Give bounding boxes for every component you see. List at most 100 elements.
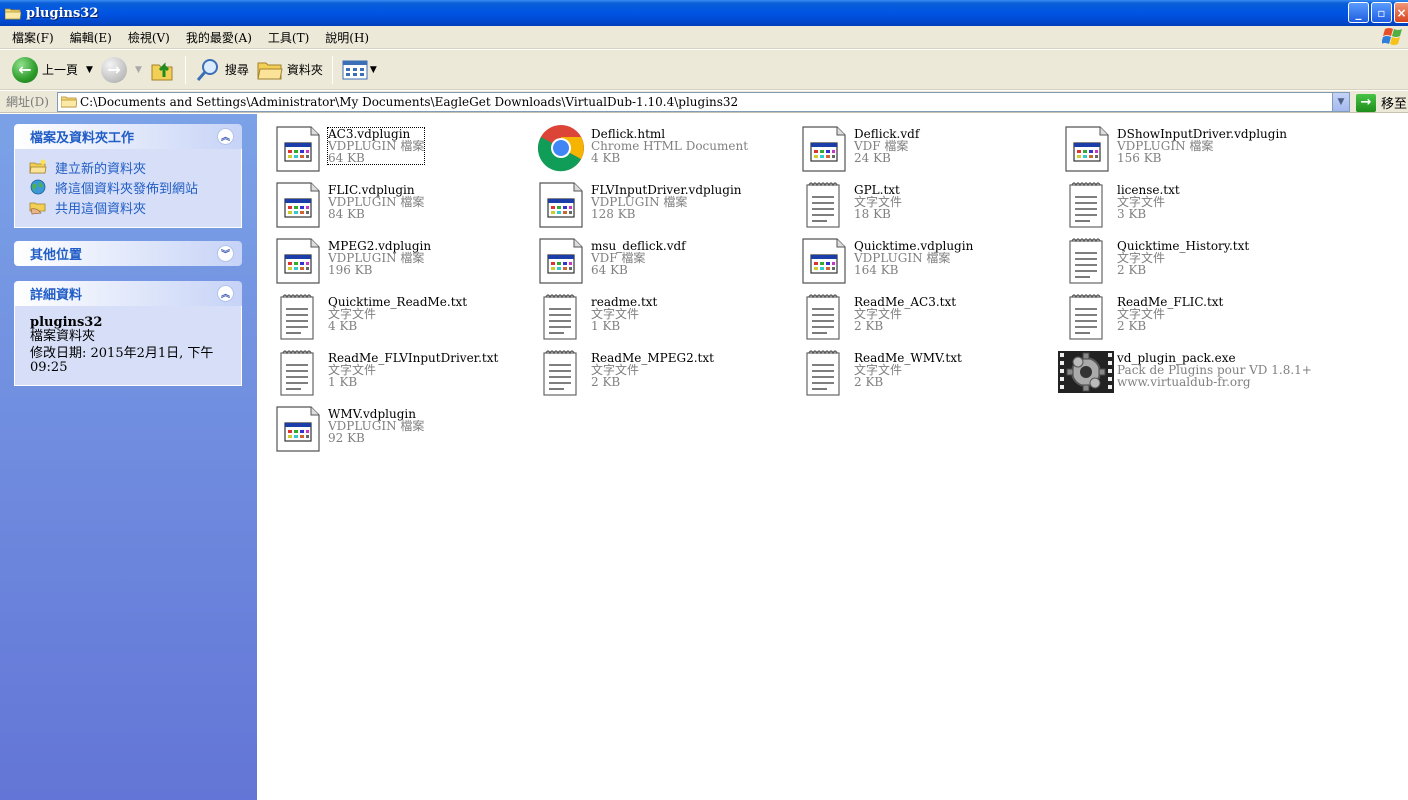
panel-header[interactable]: 詳細資料 ︽ — [14, 281, 242, 306]
text-file-icon — [799, 179, 849, 229]
file-label: ReadMe_WMV.txt 文字文件 2 KB — [854, 352, 962, 388]
file-size: 4 KB — [591, 151, 621, 165]
menu-favorites[interactable]: 我的最愛(A) — [178, 29, 260, 46]
search-label: 搜尋 — [224, 63, 249, 77]
file-label: ReadMe_AC3.txt 文字文件 2 KB — [854, 296, 956, 332]
file-item[interactable]: Deflick.html Chrome HTML Document 4 KB — [528, 120, 788, 172]
vdplugin-file-icon — [273, 179, 323, 229]
file-label: DShowInputDriver.vdplugin VDPLUGIN 檔案 156 … — [1117, 128, 1287, 164]
file-item[interactable]: ReadMe_FLVInputDriver.txt 文字文件 1 KB — [265, 344, 525, 396]
text-file-icon — [536, 347, 586, 397]
file-label: AC3.vdplugin VDPLUGIN 檔案 64 KB — [326, 127, 426, 165]
file-item[interactable]: msu_deflick.vdf VDF 檔案 64 KB — [528, 232, 788, 284]
file-label: Quicktime_ReadMe.txt 文字文件 4 KB — [328, 296, 467, 332]
file-item[interactable]: license.txt 文字文件 3 KB — [1054, 176, 1314, 228]
close-button[interactable]: × — [1394, 2, 1408, 23]
vdplugin-file-icon — [273, 235, 323, 285]
panel-body: plugins32 檔案資料夾 修改日期: 2015年2月1日, 下午 09:2… — [14, 306, 242, 386]
other-places-panel: 其他位置 ︾ — [14, 241, 242, 266]
back-dropdown-icon[interactable]: ▼ — [86, 65, 93, 75]
file-item[interactable]: FLVInputDriver.vdplugin VDPLUGIN 檔案 128 KB — [528, 176, 788, 228]
collapse-icon[interactable]: ︽ — [217, 128, 234, 145]
task-publish-web[interactable]: 將這個資料夾發佈到網站 — [29, 177, 231, 197]
text-file-icon — [1062, 291, 1112, 341]
forward-dropdown-icon[interactable]: ▼ — [135, 65, 142, 75]
vdplugin-file-icon — [273, 403, 323, 453]
folders-button[interactable]: 資料夾 — [253, 54, 327, 86]
vdplugin-file-icon — [799, 235, 849, 285]
file-item[interactable]: GPL.txt 文字文件 18 KB — [791, 176, 1051, 228]
file-size: 3 KB — [1117, 207, 1147, 221]
file-item[interactable]: Quicktime_ReadMe.txt 文字文件 4 KB — [265, 288, 525, 340]
back-button[interactable]: ← 上一頁 ▼ — [8, 54, 97, 86]
restore-button[interactable]: ▫ — [1371, 2, 1392, 23]
expand-icon[interactable]: ︾ — [217, 245, 234, 262]
file-item[interactable]: WMV.vdplugin VDPLUGIN 檔案 92 KB — [265, 400, 525, 452]
address-dropdown-icon[interactable]: ▼ — [1332, 93, 1349, 111]
file-item[interactable]: ReadMe_WMV.txt 文字文件 2 KB — [791, 344, 1051, 396]
file-list-view: AC3.vdplugin VDPLUGIN 檔案 64 KB Deflick.html… — [257, 114, 1408, 800]
task-label: 建立新的資料夾 — [55, 161, 147, 177]
task-share-folder[interactable]: 共用這個資料夾 — [29, 197, 231, 217]
views-button[interactable]: ▼ — [338, 54, 381, 86]
file-size: 4 KB — [328, 319, 358, 333]
file-size: 2 KB — [854, 319, 884, 333]
views-icon — [342, 60, 368, 79]
file-label: ReadMe_MPEG2.txt 文字文件 2 KB — [591, 352, 714, 388]
search-button[interactable]: 搜尋 — [191, 54, 253, 86]
file-item[interactable]: FLIC.vdplugin VDPLUGIN 檔案 84 KB — [265, 176, 525, 228]
file-label: license.txt 文字文件 3 KB — [1117, 184, 1180, 220]
detail-folder-type: 檔案資料夾 — [30, 329, 96, 344]
file-label: WMV.vdplugin VDPLUGIN 檔案 92 KB — [328, 408, 424, 444]
task-label: 將這個資料夾發佈到網站 — [55, 181, 199, 197]
file-item[interactable]: vd_plugin_pack.exe Pack de Plugins pour V… — [1054, 344, 1314, 396]
file-size: 64 KB — [591, 263, 628, 277]
address-path: C:\Documents and Settings\Administrator\… — [80, 95, 739, 109]
menu-file[interactable]: 檔案(F) — [4, 29, 62, 46]
details-panel: 詳細資料 ︽ plugins32 檔案資料夾 修改日期: 2015年2月1日, … — [14, 281, 242, 386]
menu-help[interactable]: 說明(H) — [317, 29, 377, 46]
detail-modified-date: 修改日期: 2015年2月1日, 下午 09:25 — [30, 346, 214, 375]
panel-title: 其他位置 — [30, 248, 83, 263]
task-pane: 檔案及資料夾工作 ︽ 建立新的資料夾 將這個資料夾發佈到網站 共用這個資料夾 其… — [0, 114, 257, 800]
file-item[interactable]: readme.txt 文字文件 1 KB — [528, 288, 788, 340]
file-label: GPL.txt 文字文件 18 KB — [854, 184, 902, 220]
collapse-icon[interactable]: ︽ — [217, 285, 234, 302]
file-label: FLVInputDriver.vdplugin VDPLUGIN 檔案 128 KB — [591, 184, 742, 220]
file-size: 2 KB — [591, 375, 621, 389]
panel-header[interactable]: 檔案及資料夾工作 ︽ — [14, 124, 242, 149]
vdplugin-file-icon — [536, 179, 586, 229]
menu-tools[interactable]: 工具(T) — [260, 29, 317, 46]
text-file-icon — [536, 291, 586, 341]
text-file-icon — [273, 347, 323, 397]
globe-icon — [30, 179, 46, 195]
file-item[interactable]: DShowInputDriver.vdplugin VDPLUGIN 檔案 156 … — [1054, 120, 1314, 172]
up-folder-button[interactable] — [146, 54, 180, 86]
menu-view[interactable]: 檢視(V) — [120, 29, 178, 46]
file-label: Deflick.html Chrome HTML Document 4 KB — [591, 128, 748, 164]
up-folder-icon — [151, 61, 173, 80]
file-item[interactable]: ReadMe_FLIC.txt 文字文件 2 KB — [1054, 288, 1314, 340]
forward-button[interactable]: → ▼ — [97, 54, 146, 86]
task-new-folder[interactable]: 建立新的資料夾 — [29, 157, 231, 177]
window-title: plugins32 — [26, 5, 99, 21]
file-item[interactable]: ReadMe_MPEG2.txt 文字文件 2 KB — [528, 344, 788, 396]
address-input[interactable]: C:\Documents and Settings\Administrator\… — [57, 92, 1350, 112]
file-item[interactable]: MPEG2.vdplugin VDPLUGIN 檔案 196 KB — [265, 232, 525, 284]
file-item[interactable]: ReadMe_AC3.txt 文字文件 2 KB — [791, 288, 1051, 340]
menu-edit[interactable]: 編輯(E) — [62, 29, 120, 46]
task-label: 共用這個資料夾 — [55, 201, 147, 217]
go-button[interactable]: → 移至 — [1356, 93, 1407, 112]
file-item[interactable]: Deflick.vdf VDF 檔案 24 KB — [791, 120, 1051, 172]
file-size: www.virtualdub-fr.org — [1117, 375, 1251, 389]
views-dropdown-icon[interactable]: ▼ — [370, 65, 377, 75]
minimize-button[interactable]: _ — [1348, 2, 1369, 23]
file-item[interactable]: Quicktime.vdplugin VDPLUGIN 檔案 164 KB — [791, 232, 1051, 284]
text-file-icon — [1062, 179, 1112, 229]
panel-header[interactable]: 其他位置 ︾ — [14, 241, 242, 266]
file-label: readme.txt 文字文件 1 KB — [591, 296, 657, 332]
file-label: Quicktime.vdplugin VDPLUGIN 檔案 164 KB — [854, 240, 973, 276]
folders-label: 資料夾 — [286, 63, 323, 77]
file-item[interactable]: AC3.vdplugin VDPLUGIN 檔案 64 KB — [265, 120, 525, 172]
file-item[interactable]: Quicktime_History.txt 文字文件 2 KB — [1054, 232, 1314, 284]
